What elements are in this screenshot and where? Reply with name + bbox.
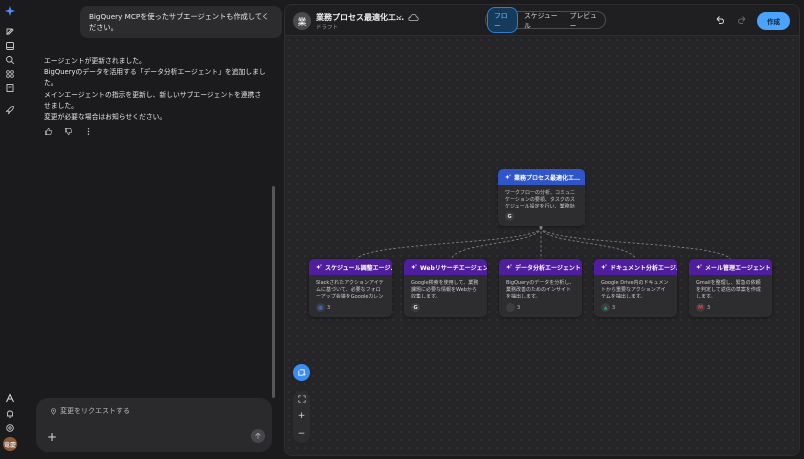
auto-layout-button[interactable] <box>293 364 310 381</box>
tool-icon: ▦ <box>316 303 325 312</box>
sub-agent-node[interactable]: スケジュール調整エージ… Slackされたアクションアイテムに基づいて、必要なフ… <box>309 259 392 317</box>
sub-agent-node[interactable]: ドキュメント分析エージ… Google Drive内のドキュメントから重要なアク… <box>594 259 677 317</box>
notebook-icon[interactable] <box>4 82 16 94</box>
fit-view-icon[interactable] <box>297 395 306 403</box>
node-header: Webリサーチエージェント <box>404 259 487 275</box>
main-agent-node[interactable]: 業務プロセス最適化エ… ワークフローの分析、コミュニケーションの要領、タスクのス… <box>498 169 585 226</box>
arrow-up-icon <box>255 432 261 439</box>
node-tools: ▦ 3 <box>316 303 330 312</box>
bell-icon[interactable] <box>4 408 16 420</box>
node-description: Google Drive内のドキュメントから重要なアクションアイテムを抽出します… <box>601 280 669 298</box>
node-description: Google検索を使用して、業務課題に必要な情報をWebから収集します。 <box>411 280 479 298</box>
sub-agent-node[interactable]: メール管理エージェント Gmailを整理し、緊急の依頼を判定して返信の草案を作成… <box>689 259 772 317</box>
location-pin-icon <box>51 407 56 415</box>
sparkle-icon <box>411 264 417 270</box>
new-chat-icon[interactable] <box>4 26 16 38</box>
node-description: Gmailを整理し、緊急の依頼を判定して返信の草案を作成します。 <box>696 280 761 298</box>
node-header: スケジュール調整エージ… <box>309 259 392 275</box>
chevron-down-icon[interactable] <box>395 13 403 21</box>
node-title: Webリサーチエージェント <box>420 264 487 272</box>
sparkle-icon <box>505 174 511 180</box>
create-button[interactable]: 作成 <box>757 12 790 30</box>
zoom-out-button[interactable]: − <box>296 429 308 439</box>
search-icon[interactable] <box>4 54 16 66</box>
cloud-saved-icon <box>408 13 419 22</box>
flow-editor-panel: 業 業務プロセス最適化エ… ドラフト フロー スケジュール プレビュー 作成 業… <box>284 4 800 456</box>
project-status: ドラフト <box>316 25 339 31</box>
rocket-icon[interactable] <box>4 104 16 116</box>
tool-count: 3 <box>517 304 521 311</box>
user-message: BigQuery MCPを使ったサブエージェントも作成してください。 <box>80 6 282 38</box>
node-description: BigQueryのデータを分析し、業務改善のためのインサイトを抽出します。 <box>506 280 575 298</box>
node-header: データ分析エージェント <box>499 259 582 275</box>
node-title: スケジュール調整エージ… <box>325 264 392 272</box>
thumbs-up-icon[interactable] <box>44 127 53 136</box>
reply-line: エージェントが更新されました。 <box>44 57 146 65</box>
zoom-in-button[interactable]: + <box>296 411 308 421</box>
sparkle-logo-icon[interactable] <box>4 5 16 17</box>
node-title: ドキュメント分析エージ… <box>610 264 677 272</box>
sparkle-icon <box>316 264 322 270</box>
redo-icon[interactable] <box>737 15 747 25</box>
node-tools: G <box>411 303 422 312</box>
thumbs-down-icon[interactable] <box>64 127 73 136</box>
chat-panel: BigQuery MCPを使ったサブエージェントも作成してください。 エージェン… <box>20 0 284 459</box>
apps-icon[interactable] <box>4 68 16 80</box>
sub-agent-node[interactable]: データ分析エージェント BigQueryのデータを分析し、業務改善のためのインサ… <box>499 259 582 317</box>
sparkle-icon <box>696 264 702 270</box>
tool-icon <box>506 303 515 312</box>
view-tabs: フロー スケジュール プレビュー <box>485 7 606 33</box>
tab-schedule[interactable]: スケジュール <box>518 8 564 32</box>
sparkle-icon <box>506 264 512 270</box>
flow-topbar: 業 業務プロセス最適化エ… ドラフト フロー スケジュール プレビュー 作成 <box>285 5 799 36</box>
tool-icon: M <box>696 303 705 312</box>
tool-icon: ▲ <box>601 303 610 312</box>
node-description: ワークフローの分析、コミュニケーションの要領、タスクのスケジュール設定を行い、業… <box>505 190 576 208</box>
library-icon[interactable] <box>4 40 16 52</box>
reply-actions <box>44 127 93 136</box>
assistant-reply: エージェントが更新されました。 BigQueryのデータを活用する「データ分析エ… <box>44 56 266 123</box>
more-options-icon[interactable] <box>84 127 93 136</box>
node-title: メール管理エージェント <box>705 264 771 272</box>
undo-icon[interactable] <box>715 15 725 25</box>
tool-icon: G <box>411 303 420 312</box>
node-header: メール管理エージェント <box>689 259 772 275</box>
avatar[interactable]: 竜慶 <box>3 437 17 451</box>
project-badge: 業 <box>293 12 311 30</box>
node-title: 業務プロセス最適化エ… <box>514 174 581 182</box>
reply-line: 変更が必要な場合はお知らせください。 <box>44 113 167 122</box>
layout-icon <box>298 369 306 376</box>
node-description: Slackされたアクションアイテムに基づいて、必要なフォローアップ会議をGoog… <box>316 280 384 298</box>
node-tools: 3 <box>506 303 520 312</box>
tab-flow[interactable]: フロー <box>487 7 519 33</box>
zoom-controls: + − <box>293 391 310 443</box>
node-tools: ▲ 3 <box>601 303 615 312</box>
send-button[interactable] <box>251 429 265 443</box>
chat-scrollbar[interactable] <box>272 186 275 398</box>
composer-placeholder[interactable]: 変更をリクエストする <box>50 406 130 416</box>
tab-preview[interactable]: プレビュー <box>564 8 604 32</box>
project-title[interactable]: 業務プロセス最適化エ… <box>316 12 404 23</box>
add-attachment-button[interactable]: + <box>46 431 58 443</box>
node-header: ドキュメント分析エージ… <box>594 259 677 275</box>
node-header: 業務プロセス最適化エ… <box>498 169 585 185</box>
message-composer[interactable]: 変更をリクエストする + <box>36 398 272 452</box>
reply-line: BigQueryのデータを活用する「データ分析エージェント」を追加しました。 <box>44 68 266 88</box>
node-title: データ分析エージェント <box>515 264 581 272</box>
tool-count: 3 <box>612 304 616 311</box>
sparkle-icon <box>601 264 607 270</box>
sub-agent-node[interactable]: Webリサーチエージェント Google検索を使用して、業務課題に必要な情報をW… <box>404 259 487 317</box>
node-tools: G <box>505 212 514 221</box>
google-icon: G <box>505 212 514 221</box>
tool-count: 3 <box>707 304 711 311</box>
flow-canvas[interactable] <box>285 36 799 455</box>
agent-a-icon[interactable] <box>4 392 16 404</box>
left-rail: 竜慶 <box>0 0 20 459</box>
composer-placeholder-text: 変更をリクエストする <box>60 407 130 415</box>
node-tools: M 3 <box>696 303 710 312</box>
settings-gear-icon[interactable] <box>4 422 16 434</box>
tool-count: 3 <box>327 304 331 311</box>
reply-line: メインエージェントの指示を更新し、新しいサブエージェントを連携させました。 <box>44 90 262 110</box>
